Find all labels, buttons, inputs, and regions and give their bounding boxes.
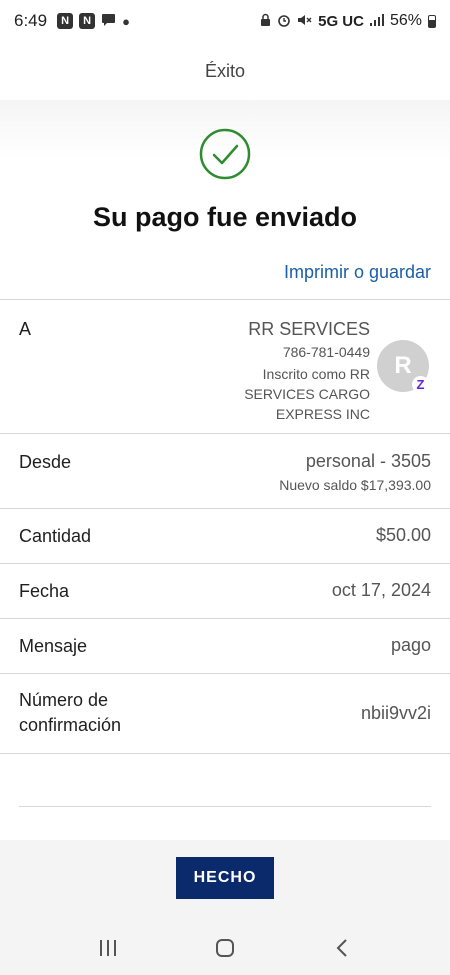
status-bar-right: 5G UC 56% (260, 12, 436, 30)
mute-icon (297, 13, 312, 30)
divider (19, 806, 431, 807)
amount-label: Cantidad (19, 526, 92, 546)
amount-value: $50.00 (375, 525, 431, 545)
recipient-name: RR SERVICES (248, 319, 370, 339)
date-label: Fecha (19, 581, 70, 601)
from-account: personal - 3505 (305, 451, 431, 471)
confirmation-value: nbii9vv2i (360, 703, 431, 723)
recipient-phone: 786-781-0449 (282, 344, 370, 360)
status-bar: 6:49 N N ● 5G UC 56% (0, 0, 450, 42)
success-hero: Su pago fue enviado Imprimir o guardar (0, 100, 450, 300)
lock-icon (260, 13, 271, 30)
check-circle-icon (199, 128, 251, 180)
success-headline: Su pago fue enviado (92, 202, 358, 232)
page-title: Éxito (204, 60, 246, 81)
from-row: Desde personal - 3505 Nuevo saldo $17,39… (0, 434, 450, 509)
back-icon[interactable] (322, 928, 362, 968)
confirmation-label: Número de confirmación (19, 690, 122, 735)
amount-row: Cantidad $50.00 (0, 509, 450, 564)
n-app-icon: N (57, 13, 74, 29)
recipient-enrolled-as: Inscrito como RR SERVICES CARGO EXPRESS … (244, 366, 370, 422)
app-header: Éxito (0, 42, 450, 100)
date-row: Fecha oct 17, 2024 (0, 564, 450, 619)
recipient-label: A (19, 319, 32, 339)
new-balance: Nuevo saldo $17,393.00 (279, 477, 431, 493)
signal-icon (369, 13, 384, 29)
date-value: oct 17, 2024 (331, 580, 431, 600)
battery-icon (428, 14, 436, 28)
zelle-badge-icon: Z (412, 376, 429, 393)
alarm-icon (277, 13, 291, 30)
chat-bubble-icon (101, 13, 116, 30)
battery-percent: 56% (389, 12, 422, 29)
message-value: pago (390, 635, 431, 655)
home-icon[interactable] (205, 928, 245, 968)
dot-icon: ● (122, 13, 130, 29)
network-type: 5G UC (318, 12, 364, 30)
confirmation-row: Número de confirmación nbii9vv2i (0, 674, 450, 754)
from-label: Desde (19, 452, 72, 472)
system-nav-bar (0, 920, 450, 975)
message-label: Mensaje (19, 636, 88, 656)
n-app-icon: N (79, 13, 96, 29)
done-button[interactable]: HECHO (176, 857, 274, 899)
print-or-save-link[interactable]: Imprimir o guardar (284, 262, 431, 283)
clock: 6:49 (14, 11, 48, 30)
status-bar-left: 6:49 N N ● (14, 11, 130, 31)
message-row: Mensaje pago (0, 619, 450, 674)
recents-icon[interactable] (88, 928, 128, 968)
recipient-row: A RR SERVICES 786-781-0449 Inscrito como… (0, 300, 450, 434)
